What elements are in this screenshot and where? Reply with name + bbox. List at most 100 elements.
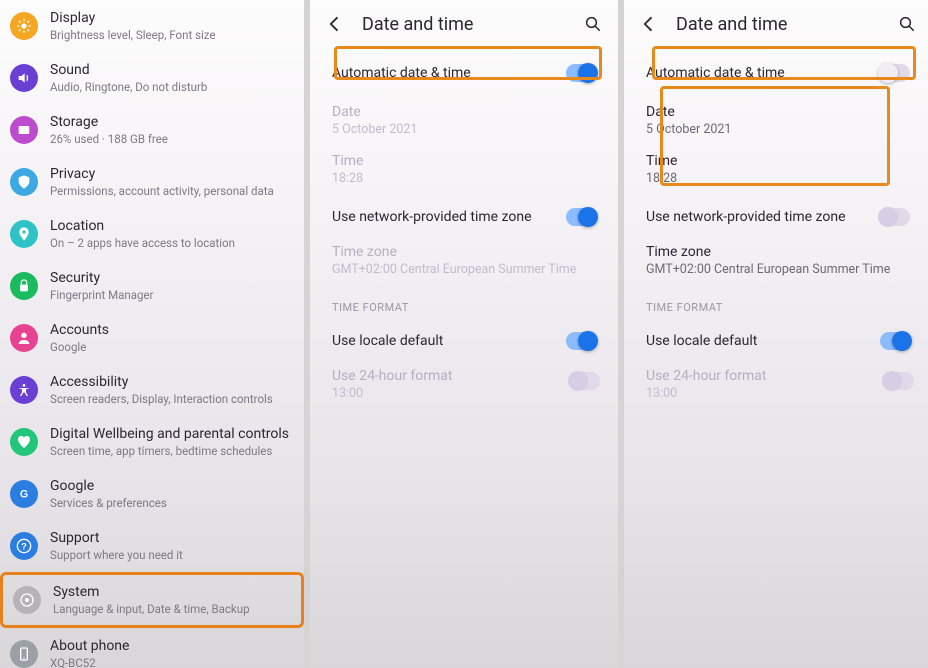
date-value: 5 October 2021: [332, 122, 596, 137]
use24-value: 13:00: [332, 386, 596, 401]
row-date-disabled: Date 5 October 2021: [310, 98, 618, 147]
settings-item-a11y[interactable]: AccessibilityScreen readers, Display, In…: [0, 364, 304, 416]
toggle-network-timezone[interactable]: [566, 208, 596, 226]
row-date[interactable]: Date 5 October 2021: [624, 98, 928, 147]
appbar: Date and time: [624, 0, 928, 48]
settings-item-text: AccessibilityScreen readers, Display, In…: [50, 373, 290, 407]
settings-item-title: Security: [50, 269, 290, 287]
row-network-timezone[interactable]: Use network-provided time zone: [310, 196, 618, 238]
help-icon: ?: [10, 532, 38, 560]
settings-item-subtitle: Fingerprint Manager: [50, 288, 290, 303]
row-locale-default[interactable]: Use locale default: [624, 320, 928, 362]
settings-item-subtitle: 26% used · 188 GB free: [50, 132, 290, 147]
settings-item-accounts[interactable]: AccountsGoogle: [0, 312, 304, 364]
settings-item-google[interactable]: G GoogleServices & preferences: [0, 468, 304, 520]
row-locale-default[interactable]: Use locale default: [310, 320, 618, 362]
screen-title: Date and time: [676, 14, 896, 35]
time-value: 18:28: [332, 171, 596, 186]
settings-item-security[interactable]: SecurityFingerprint Manager: [0, 260, 304, 312]
settings-item-subtitle: Screen readers, Display, Interaction con…: [50, 392, 290, 407]
settings-item-title: System: [53, 583, 287, 601]
section-time-format: TIME FORMAT: [624, 287, 928, 320]
person-icon: [10, 324, 38, 352]
network-timezone-label: Use network-provided time zone: [646, 209, 880, 225]
settings-item-title: Google: [50, 477, 290, 495]
toggle-locale-default[interactable]: [880, 332, 910, 350]
auto-date-time-label: Automatic date & time: [646, 65, 880, 81]
settings-item-subtitle: Language & input, Date & time, Backup: [53, 602, 287, 617]
settings-item-subtitle: XQ-BC52: [50, 656, 290, 668]
settings-item-subtitle: Screen time, app timers, bedtime schedul…: [50, 444, 290, 459]
date-value: 5 October 2021: [646, 122, 910, 137]
settings-item-wellbeing[interactable]: Digital Wellbeing and parental controlsS…: [0, 416, 304, 468]
lock-icon: [10, 272, 38, 300]
settings-item-privacy[interactable]: PrivacyPermissions, account activity, pe…: [0, 156, 304, 208]
toggle-auto-date-time[interactable]: [880, 64, 910, 82]
settings-item-location[interactable]: LocationOn – 2 apps have access to locat…: [0, 208, 304, 260]
row-use24-disabled: Use 24-hour format 13:00: [624, 362, 928, 411]
storage-icon: [10, 116, 38, 144]
volume-icon: [10, 64, 38, 92]
settings-item-title: Digital Wellbeing and parental controls: [50, 425, 290, 443]
info-icon: [13, 586, 41, 614]
time-value: 18:28: [646, 171, 910, 186]
row-use24-disabled: Use 24-hour format 13:00: [310, 362, 618, 411]
time-label: Time: [646, 153, 910, 169]
row-timezone[interactable]: Time zone GMT+02:00 Central European Sum…: [624, 238, 928, 287]
settings-item-storage[interactable]: Storage26% used · 188 GB free: [0, 104, 304, 156]
shield-icon: [10, 168, 38, 196]
toggle-use24-disabled: [570, 372, 600, 390]
toggle-network-timezone[interactable]: [880, 208, 910, 226]
time-label: Time: [332, 153, 596, 169]
row-auto-date-time[interactable]: Automatic date & time: [632, 52, 924, 94]
toggle-use24-disabled: [884, 372, 914, 390]
date-label: Date: [332, 104, 596, 120]
settings-item-text: SoundAudio, Ringtone, Do not disturb: [50, 61, 290, 95]
settings-list-pane: DisplayBrightness level, Sleep, Font siz…: [0, 0, 304, 668]
use24-value: 13:00: [646, 386, 910, 401]
timezone-value: GMT+02:00 Central European Summer Time: [332, 262, 596, 277]
settings-item-title: Accounts: [50, 321, 290, 339]
locale-default-label: Use locale default: [646, 333, 880, 349]
settings-item-about[interactable]: About phoneXQ-BC52: [0, 628, 304, 668]
settings-item-subtitle: On – 2 apps have access to location: [50, 236, 290, 251]
sun-icon: [10, 12, 38, 40]
svg-text:G: G: [20, 488, 28, 500]
settings-item-text: AccountsGoogle: [50, 321, 290, 355]
back-icon[interactable]: [324, 13, 346, 35]
settings-item-display[interactable]: DisplayBrightness level, Sleep, Font siz…: [0, 0, 304, 52]
settings-item-title: Location: [50, 217, 290, 235]
pin-icon: [10, 220, 38, 248]
settings-item-text: LocationOn – 2 apps have access to locat…: [50, 217, 290, 251]
settings-item-subtitle: Services & preferences: [50, 496, 290, 511]
settings-item-sound[interactable]: SoundAudio, Ringtone, Do not disturb: [0, 52, 304, 104]
row-timezone-disabled: Time zone GMT+02:00 Central European Sum…: [310, 238, 618, 287]
settings-item-text: SupportSupport where you need it: [50, 529, 290, 563]
settings-item-system[interactable]: SystemLanguage & input, Date & time, Bac…: [0, 572, 304, 628]
settings-item-title: Support: [50, 529, 290, 547]
svg-text:?: ?: [21, 541, 27, 551]
settings-item-title: Storage: [50, 113, 290, 131]
search-icon[interactable]: [896, 13, 918, 35]
settings-item-support[interactable]: ? SupportSupport where you need it: [0, 520, 304, 572]
timezone-value: GMT+02:00 Central European Summer Time: [646, 262, 910, 277]
g-icon: G: [10, 480, 38, 508]
toggle-locale-default[interactable]: [566, 332, 596, 350]
timezone-label: Time zone: [646, 244, 910, 260]
row-time-disabled: Time 18:28: [310, 147, 618, 196]
search-icon[interactable]: [582, 13, 604, 35]
back-icon[interactable]: [638, 13, 660, 35]
appbar: Date and time: [310, 0, 618, 48]
settings-item-text: SecurityFingerprint Manager: [50, 269, 290, 303]
date-time-pane-auto-off: Date and time Automatic date & time Date…: [624, 0, 928, 668]
toggle-auto-date-time[interactable]: [566, 64, 596, 82]
settings-item-text: SystemLanguage & input, Date & time, Bac…: [53, 583, 287, 617]
locale-default-label: Use locale default: [332, 333, 566, 349]
settings-item-text: PrivacyPermissions, account activity, pe…: [50, 165, 290, 199]
row-network-timezone[interactable]: Use network-provided time zone: [624, 196, 928, 238]
settings-item-text: GoogleServices & preferences: [50, 477, 290, 511]
phone-icon: [10, 640, 38, 668]
row-auto-date-time[interactable]: Automatic date & time: [318, 52, 610, 94]
settings-item-title: Sound: [50, 61, 290, 79]
row-time[interactable]: Time 18:28: [624, 147, 928, 196]
